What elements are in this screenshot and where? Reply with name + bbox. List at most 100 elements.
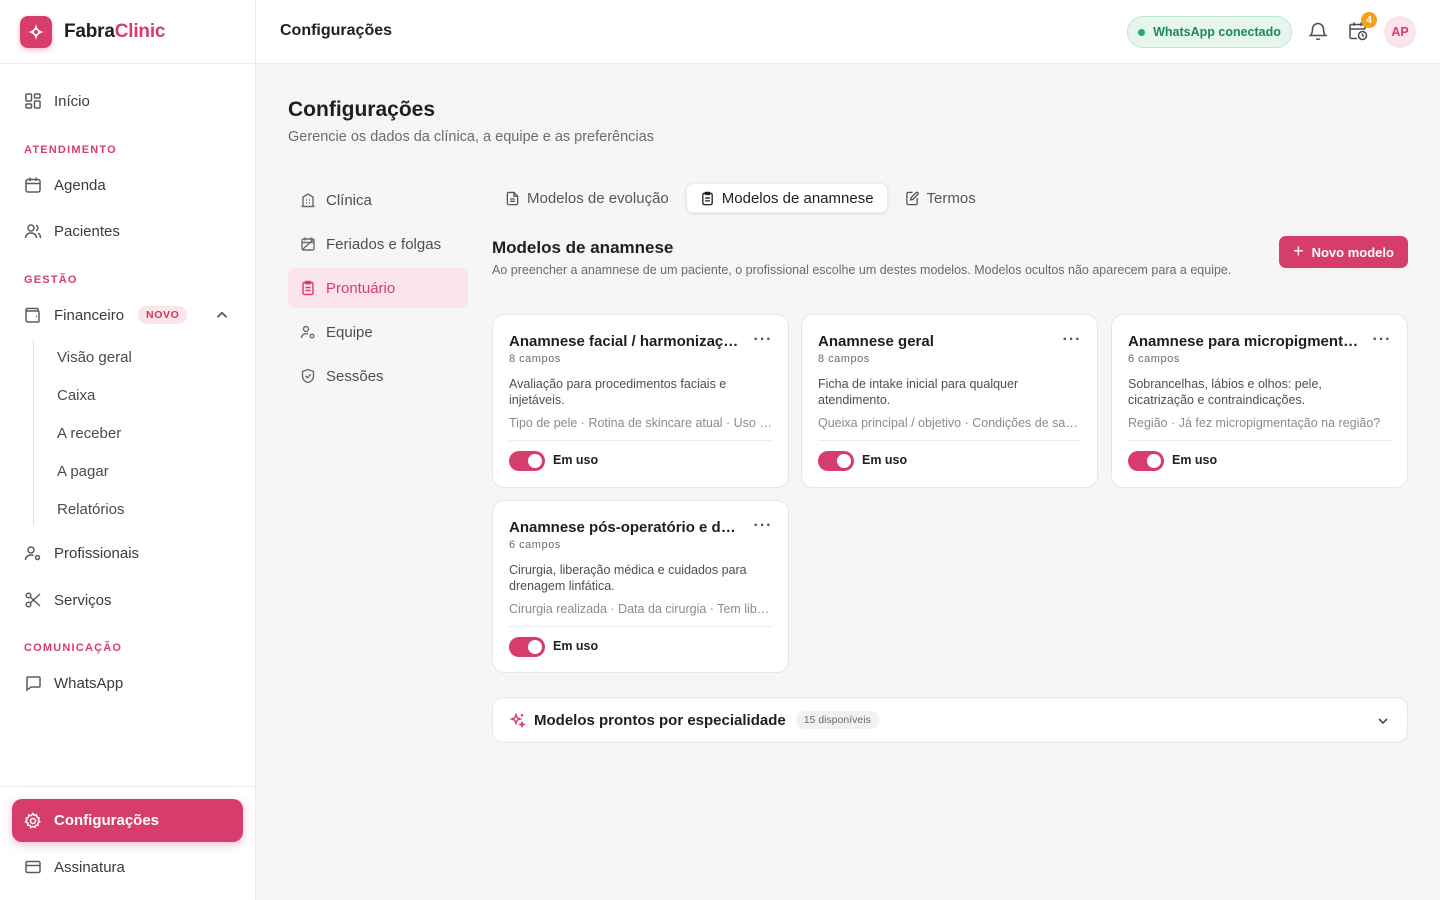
settings-nav-sessoes[interactable]: Sessões: [288, 356, 468, 396]
topbar-title: Configurações: [280, 22, 393, 39]
nav-inicio-label: Início: [54, 92, 90, 110]
model-card[interactable]: Anamnese pós-operatório e drenagem ··· 6…: [492, 500, 789, 673]
toggle-knob: [528, 640, 542, 654]
nav-relatorios[interactable]: Relatórios: [57, 501, 125, 518]
file-text-icon: [506, 191, 519, 205]
tab-modelos-evolucao[interactable]: Modelos de evolução: [492, 183, 682, 213]
whatsapp-status-pill[interactable]: WhatsApp conectado: [1127, 16, 1292, 48]
nav-a-pagar[interactable]: A pagar: [57, 463, 109, 480]
card-fields-preview: Tipo de pele · Rotina de skincare atual …: [509, 416, 772, 430]
nav-servicos[interactable]: Serviços: [12, 580, 243, 620]
plus-icon: +: [1293, 240, 1304, 261]
more-horizontal-icon[interactable]: ···: [1061, 329, 1083, 351]
in-use-label: Em uso: [1172, 453, 1218, 467]
user-cog-icon: [24, 546, 41, 561]
nav-financeiro[interactable]: Financeiro NOVO: [12, 295, 243, 335]
settings-nav-prontuario[interactable]: Prontuário: [288, 268, 468, 308]
nav-pacientes-label: Pacientes: [54, 222, 120, 240]
nav-profissionais-label: Profissionais: [54, 544, 140, 562]
reminder-count-badge: 4: [1361, 12, 1377, 28]
ready-models-accordion[interactable]: Modelos prontos por especialidade 15 dis…: [492, 697, 1408, 743]
card-description: Cirurgia, liberação médica e cuidados pa…: [509, 563, 747, 593]
in-use-toggle[interactable]: [509, 637, 545, 657]
user-cog-icon: [300, 325, 315, 339]
brand-name-part1: Fabra: [64, 20, 115, 42]
card-field-count: 6 campos: [1128, 353, 1180, 365]
ready-models-count-badge: 15 disponíveis: [795, 711, 879, 729]
novo-badge: NOVO: [138, 306, 188, 324]
nav-assinatura-label: Assinatura: [54, 858, 125, 876]
settings-nav-sessoes-label: Sessões: [326, 367, 384, 385]
nav-whatsapp[interactable]: WhatsApp: [12, 663, 243, 703]
brand-logo-icon: [20, 15, 52, 48]
nav-inicio[interactable]: Início: [12, 81, 243, 121]
in-use-label: Em uso: [553, 453, 599, 467]
in-use-toggle[interactable]: [818, 451, 854, 471]
more-horizontal-icon[interactable]: ···: [1371, 329, 1393, 351]
more-horizontal-icon[interactable]: ···: [752, 329, 774, 351]
brand[interactable]: FabraClinic: [0, 0, 255, 64]
nav-configuracoes[interactable]: Configurações: [12, 799, 243, 842]
in-use-label: Em uso: [553, 639, 599, 653]
card-divider: [509, 440, 772, 441]
settings-nav-clinica-label: Clínica: [326, 191, 372, 209]
settings-nav-feriados-label: Feriados e folgas: [326, 235, 442, 253]
card-fields-preview: Queixa principal / objetivo · Condições …: [818, 416, 1081, 430]
card-description: Avaliação para procedimentos faciais e i…: [509, 377, 727, 407]
sidebar-bottom-divider: [0, 786, 255, 787]
ready-models-title: Modelos prontos por especialidade: [534, 711, 786, 729]
nav-pacientes[interactable]: Pacientes: [12, 211, 243, 251]
new-model-label: Novo modelo: [1311, 244, 1394, 260]
card-divider: [509, 626, 772, 627]
chevron-up-icon[interactable]: [213, 306, 231, 324]
tab-modelos-anamnese[interactable]: Modelos de anamnese: [685, 183, 888, 213]
card-fields-preview: Região · Já fez micropigmentação na regi…: [1128, 416, 1381, 430]
chevron-down-icon[interactable]: [1375, 713, 1391, 729]
tab-termos[interactable]: Termos: [892, 183, 989, 213]
nav-whatsapp-label: WhatsApp: [54, 674, 124, 692]
settings-nav-equipe[interactable]: Equipe: [288, 312, 468, 352]
card-description: Sobrancelhas, lábios e olhos: pele, cica…: [1128, 377, 1322, 407]
model-card[interactable]: Anamnese geral ··· 8 campos Ficha de int…: [801, 314, 1098, 488]
nav-assinatura[interactable]: Assinatura: [12, 847, 243, 887]
toggle-knob: [837, 454, 851, 468]
section-gestao: GESTÃO: [24, 274, 78, 286]
wallet-icon: [25, 307, 40, 323]
nav-caixa[interactable]: Caixa: [57, 387, 95, 404]
in-use-toggle[interactable]: [509, 451, 545, 471]
brand-name-part2: Clinic: [114, 20, 166, 42]
model-card[interactable]: Anamnese para micropigmentação ··· 6 cam…: [1111, 314, 1408, 488]
settings-nav-clinica[interactable]: Clínica: [288, 180, 468, 220]
dashboard-icon: [25, 93, 41, 109]
nav-configuracoes-label: Configurações: [54, 812, 160, 829]
clipboard-icon: [701, 191, 713, 205]
calendar-icon: [25, 177, 41, 193]
nav-profissionais[interactable]: Profissionais: [12, 533, 243, 573]
card-fields-preview: Cirurgia realizada · Data da cirurgia · …: [509, 602, 772, 616]
in-use-toggle[interactable]: [1128, 451, 1164, 471]
card-title: Anamnese geral: [818, 333, 934, 350]
nav-agenda[interactable]: Agenda: [12, 165, 243, 205]
toggle-knob: [1147, 454, 1161, 468]
topbar: Configurações WhatsApp conectado 4 AP: [256, 0, 1440, 64]
bell-icon[interactable]: [1307, 20, 1329, 42]
new-model-button[interactable]: + Novo modelo: [1279, 236, 1408, 268]
file-edit-icon: [905, 191, 919, 205]
card-field-count: 6 campos: [509, 539, 561, 551]
page-title: Configurações: [288, 98, 436, 121]
more-horizontal-icon[interactable]: ···: [752, 515, 774, 537]
credit-card-icon: [25, 860, 41, 874]
avatar[interactable]: AP: [1384, 16, 1416, 48]
gear-icon: [24, 811, 41, 829]
card-divider: [818, 440, 1081, 441]
page-subtitle: Gerencie os dados da clínica, a equipe e…: [288, 129, 654, 145]
model-card[interactable]: Anamnese facial / harmonização facial ··…: [492, 314, 789, 488]
nav-visao-geral[interactable]: Visão geral: [57, 349, 132, 366]
settings-nav-feriados[interactable]: Feriados e folgas: [288, 224, 468, 264]
section-atendimento: ATENDIMENTO: [24, 144, 117, 156]
card-title: Anamnese pós-operatório e drenagem: [509, 519, 741, 536]
building-icon: [301, 193, 315, 208]
nav-a-receber[interactable]: A receber: [57, 425, 121, 442]
tab-termos-label: Termos: [926, 189, 976, 207]
nav-financeiro-label: Financeiro: [54, 306, 125, 324]
